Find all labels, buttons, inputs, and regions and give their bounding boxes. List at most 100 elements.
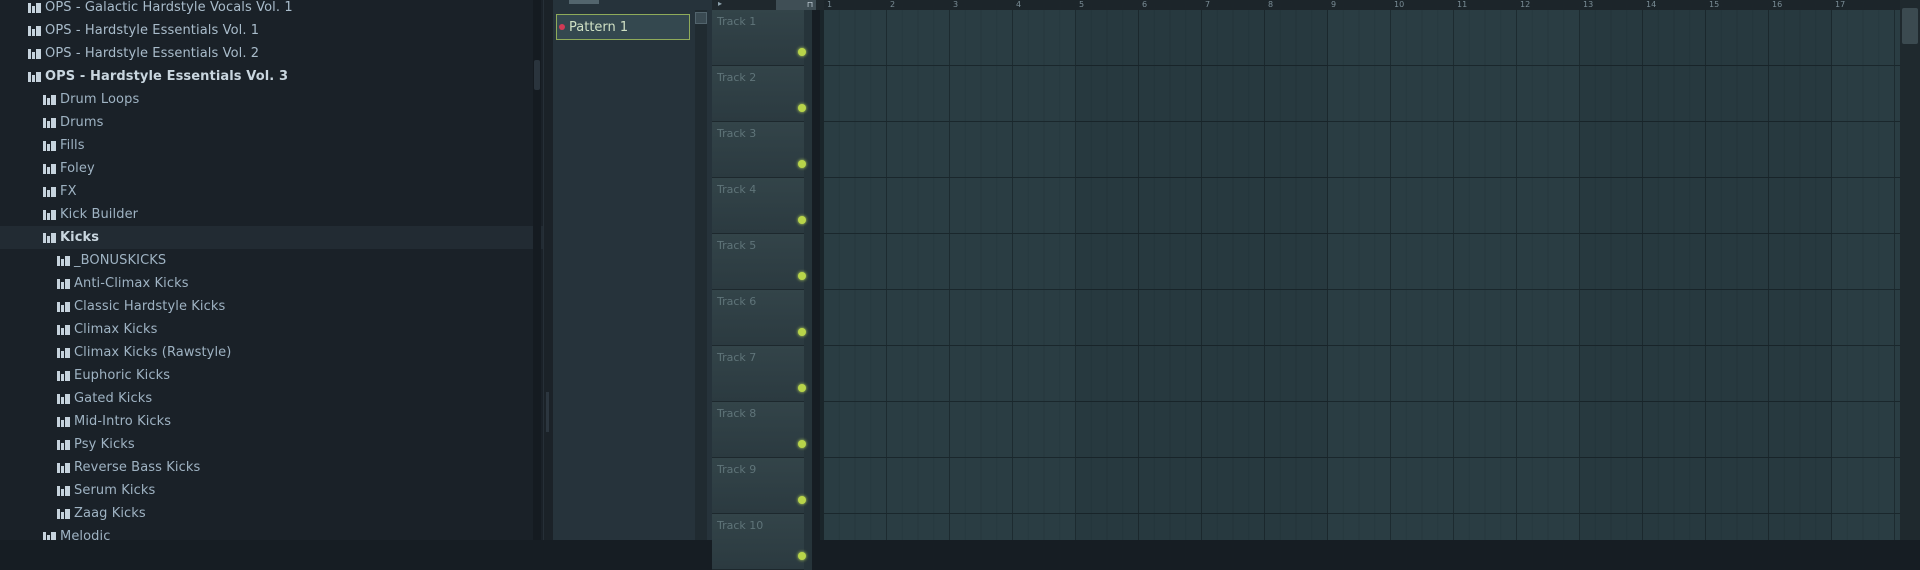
track-enable-led-icon[interactable] <box>798 384 806 392</box>
track-name: Track 7 <box>717 351 757 364</box>
browser-item[interactable]: Psy Kicks <box>0 433 543 456</box>
track-header[interactable]: Track 4 <box>712 178 812 234</box>
bar-number: 8 <box>1268 0 1274 9</box>
browser-item[interactable]: OPS - Galactic Hardstyle Vocals Vol. 1 <box>0 0 543 19</box>
browser-item[interactable]: Fills <box>0 134 543 157</box>
browser-item[interactable]: Climax Kicks <box>0 318 543 341</box>
track-enable-led-icon[interactable] <box>798 496 806 504</box>
folder-icon <box>43 117 56 128</box>
browser-item-label: Euphoric Kicks <box>74 368 171 383</box>
browser-item[interactable]: Euphoric Kicks <box>0 364 543 387</box>
browser-item[interactable]: Reverse Bass Kicks <box>0 456 543 479</box>
track-resize-grip[interactable] <box>804 402 812 458</box>
browser-scrollbar-thumb[interactable] <box>534 60 540 90</box>
folder-icon <box>57 370 70 381</box>
playlist-scrollbar-thumb[interactable] <box>1902 8 1918 44</box>
pattern-picker-scrollbar[interactable] <box>695 10 707 540</box>
track-header[interactable]: Track 2 <box>712 66 812 122</box>
track-header[interactable]: Track 10 <box>712 514 812 570</box>
browser-item[interactable]: OPS - Hardstyle Essentials Vol. 3 <box>0 65 543 88</box>
browser-item[interactable]: OPS - Hardstyle Essentials Vol. 2 <box>0 42 543 65</box>
browser-item[interactable]: Drums <box>0 111 543 134</box>
browser-item[interactable]: _BONUSKICKS <box>0 249 543 272</box>
bar-number: 12 <box>1520 0 1531 9</box>
folder-icon <box>43 140 56 151</box>
browser-item-label: Drums <box>60 115 104 130</box>
track-name: Track 9 <box>717 463 757 476</box>
browser-item[interactable]: Gated Kicks <box>0 387 543 410</box>
browser-item-label: OPS - Hardstyle Essentials Vol. 2 <box>45 46 260 61</box>
bar-number: 13 <box>1583 0 1594 9</box>
browser-item[interactable]: Melodic <box>0 525 543 540</box>
browser-item[interactable]: FX <box>0 180 543 203</box>
track-enable-led-icon[interactable] <box>798 328 806 336</box>
folder-icon <box>43 163 56 174</box>
track-name: Track 5 <box>717 239 757 252</box>
pattern-picker-menu-button[interactable] <box>569 0 599 4</box>
browser-item-label: Anti-Climax Kicks <box>74 276 189 291</box>
bar-number: 3 <box>953 0 959 9</box>
browser-item-label: Zaag Kicks <box>74 506 146 521</box>
track-resize-grip[interactable] <box>804 122 812 178</box>
track-enable-led-icon[interactable] <box>798 272 806 280</box>
playlist-vertical-scrollbar[interactable] <box>1900 0 1920 540</box>
track-enable-led-icon[interactable] <box>798 440 806 448</box>
pattern-picker-scroll-button[interactable] <box>695 12 707 24</box>
browser-item-label: Serum Kicks <box>74 483 156 498</box>
track-resize-grip[interactable] <box>804 346 812 402</box>
track-header[interactable]: Track 1 <box>712 10 812 66</box>
track-name: Track 2 <box>717 71 757 84</box>
track-enable-led-icon[interactable] <box>798 216 806 224</box>
track-header[interactable]: Track 6 <box>712 290 812 346</box>
browser-item-label: Fills <box>60 138 85 153</box>
playlist-menu-arrow-icon[interactable]: ▸ <box>718 0 730 8</box>
track-name: Track 4 <box>717 183 757 196</box>
browser-item[interactable]: Mid-Intro Kicks <box>0 410 543 433</box>
folder-icon <box>43 209 56 220</box>
folder-icon <box>57 255 70 266</box>
track-header[interactable]: Track 3 <box>712 122 812 178</box>
track-header[interactable]: Track 8 <box>712 402 812 458</box>
browser-item-label: OPS - Hardstyle Essentials Vol. 3 <box>45 69 289 84</box>
folder-icon <box>57 393 70 404</box>
track-name: Track 8 <box>717 407 757 420</box>
folder-icon <box>28 25 41 36</box>
folder-icon <box>43 94 56 105</box>
track-header[interactable]: Track 7 <box>712 346 812 402</box>
track-resize-grip[interactable] <box>804 66 812 122</box>
track-resize-grip[interactable] <box>804 514 812 570</box>
browser-item[interactable]: Climax Kicks (Rawstyle) <box>0 341 543 364</box>
folder-icon <box>43 232 56 243</box>
track-name: Track 1 <box>717 15 757 28</box>
splitter-grip[interactable] <box>546 392 549 432</box>
pattern-item-selected[interactable]: Pattern 1 <box>556 14 690 40</box>
browser-item[interactable]: Kick Builder <box>0 203 543 226</box>
pattern-picker-panel: Pattern 1 <box>553 0 713 540</box>
browser-item-label: Drum Loops <box>60 92 140 107</box>
track-header[interactable]: Track 9 <box>712 458 812 514</box>
track-resize-grip[interactable] <box>804 10 812 66</box>
browser-item-label: Kicks <box>60 230 100 245</box>
browser-item-label: Climax Kicks (Rawstyle) <box>74 345 232 360</box>
track-resize-grip[interactable] <box>804 458 812 514</box>
track-resize-grip[interactable] <box>804 178 812 234</box>
track-enable-led-icon[interactable] <box>798 48 806 56</box>
browser-item[interactable]: Kicks <box>0 226 543 249</box>
track-enable-led-icon[interactable] <box>798 552 806 560</box>
browser-item[interactable]: Anti-Climax Kicks <box>0 272 543 295</box>
track-resize-grip[interactable] <box>804 234 812 290</box>
track-resize-grip[interactable] <box>804 290 812 346</box>
bar-shading <box>1580 10 1832 540</box>
bar-number: 17 <box>1835 0 1846 9</box>
folder-icon <box>43 531 56 540</box>
folder-icon <box>57 301 70 312</box>
browser-item[interactable]: Foley <box>0 157 543 180</box>
track-enable-led-icon[interactable] <box>798 104 806 112</box>
browser-item[interactable]: Serum Kicks <box>0 479 543 502</box>
browser-item[interactable]: Drum Loops <box>0 88 543 111</box>
track-enable-led-icon[interactable] <box>798 160 806 168</box>
track-header[interactable]: Track 5 <box>712 234 812 290</box>
browser-item[interactable]: OPS - Hardstyle Essentials Vol. 1 <box>0 19 543 42</box>
browser-item[interactable]: Classic Hardstyle Kicks <box>0 295 543 318</box>
browser-item[interactable]: Zaag Kicks <box>0 502 543 525</box>
